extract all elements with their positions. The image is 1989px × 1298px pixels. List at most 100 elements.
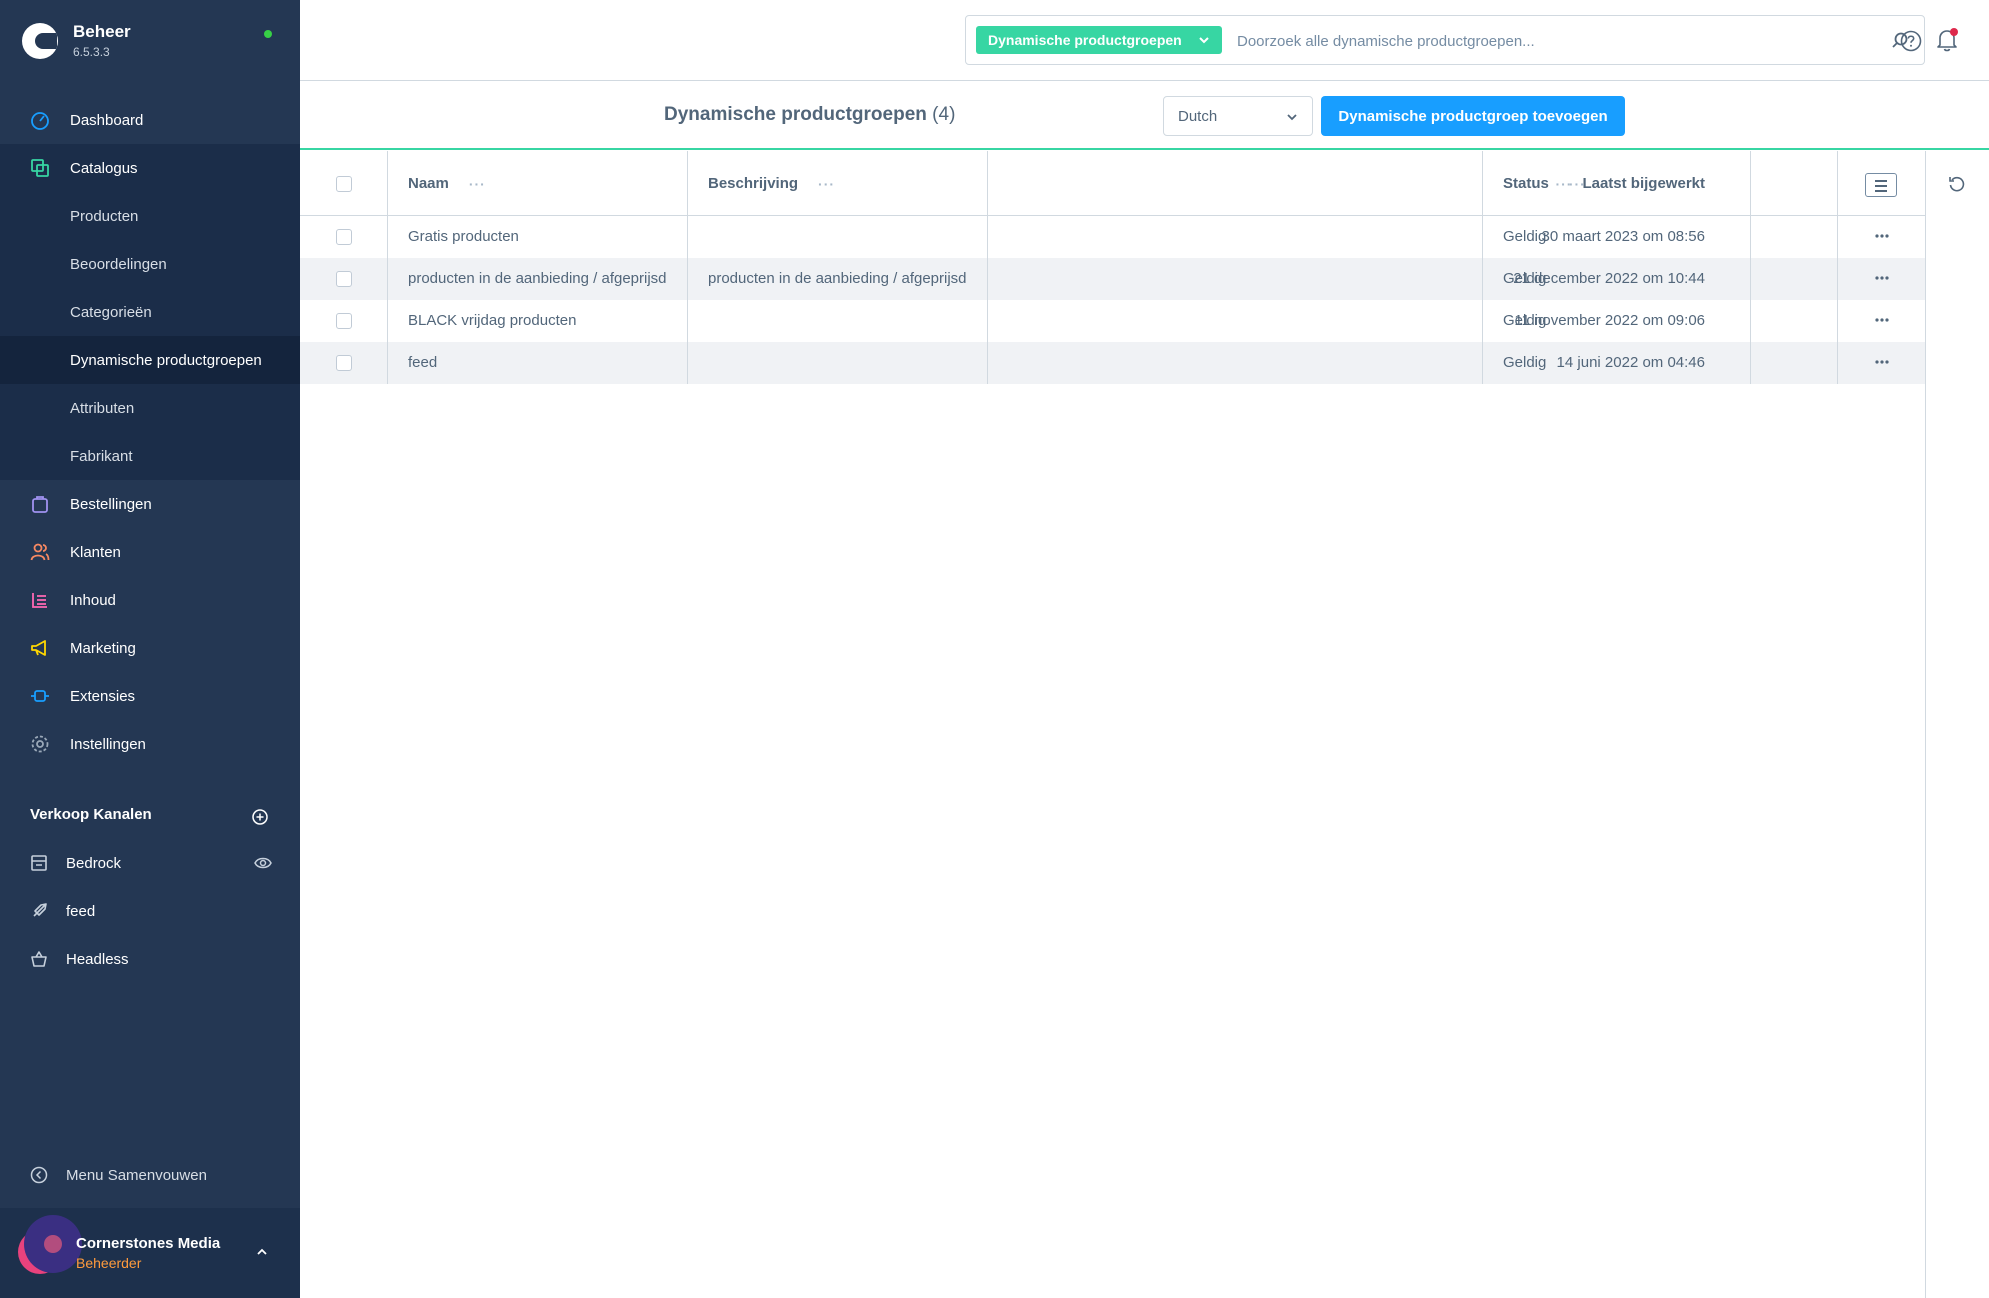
- row-actions-icon[interactable]: [1874, 228, 1890, 244]
- channel-label: feed: [66, 902, 96, 920]
- grid-header: Naam ··· Beschrijving ··· ··· Laatst bij…: [300, 151, 1925, 216]
- brand-title: Beheer: [73, 22, 131, 41]
- cell-status: Geldig: [1503, 228, 1547, 245]
- page-title-text: Dynamische productgroepen: [664, 104, 927, 125]
- grid-settings-button[interactable]: [1865, 173, 1897, 197]
- channel-label: Bedrock: [66, 854, 122, 872]
- cell-status: Geldig: [1503, 312, 1547, 329]
- rocket-icon: [30, 902, 48, 920]
- collapse-menu-button[interactable]: Menu Samenvouwen: [30, 1166, 207, 1184]
- nav-sub-attributen[interactable]: Attributen: [0, 384, 300, 432]
- language-value: Dutch: [1178, 108, 1218, 125]
- search-type-select[interactable]: Dynamische productgroepen: [976, 26, 1222, 54]
- extensies-icon: [30, 686, 50, 706]
- cell-status: Geldig: [1503, 354, 1547, 371]
- nav-item-extensies[interactable]: Extensies: [0, 672, 300, 720]
- column-header-status[interactable]: Status ···: [1503, 175, 1586, 192]
- channel-headless[interactable]: Headless: [30, 949, 129, 969]
- nav-sub-categorieen[interactable]: Categorieën: [0, 288, 300, 336]
- row-actions-icon[interactable]: [1874, 312, 1890, 328]
- search-type-label: Dynamische productgroepen: [988, 32, 1182, 48]
- column-menu-icon[interactable]: ···: [469, 176, 486, 192]
- nav-label-marketing: Marketing: [70, 639, 136, 657]
- eye-icon[interactable]: [254, 856, 272, 870]
- cell-updated: 14 juni 2022 om 04:46: [1556, 354, 1705, 371]
- user-role: Beheerder: [76, 1255, 142, 1271]
- column-divider: [1837, 151, 1838, 384]
- column-menu-icon[interactable]: ···: [1569, 176, 1586, 192]
- table-row[interactable]: producten in de aanbieding / afgeprijsd …: [300, 258, 1925, 300]
- column-divider: [387, 151, 388, 384]
- column-header-name[interactable]: Naam ···: [408, 175, 486, 192]
- nav-label-klanten: Klanten: [70, 543, 121, 561]
- chevron-down-icon: [1198, 37, 1209, 44]
- row-checkbox[interactable]: [336, 355, 352, 371]
- user-name: Cornerstones Media: [76, 1235, 221, 1252]
- avatar-overlay: [24, 1215, 82, 1273]
- collapse-menu-label: Menu Samenvouwen: [66, 1166, 207, 1184]
- page-title-count: (4): [932, 104, 956, 125]
- column-label: Laatst bijgewerkt: [1582, 175, 1705, 192]
- nav-label-extensies: Extensies: [70, 687, 136, 705]
- basket-icon: [30, 950, 48, 968]
- cell-status: Geldig: [1503, 270, 1547, 287]
- column-label: Naam: [408, 175, 449, 192]
- nav-item-instellingen[interactable]: Instellingen: [0, 720, 300, 768]
- nav-sub-producten[interactable]: Producten: [0, 192, 300, 240]
- nav-item-bestellingen[interactable]: Bestellingen: [0, 480, 300, 528]
- notification-badge: [1950, 28, 1958, 36]
- refresh-icon[interactable]: [1948, 175, 1966, 193]
- storefront-icon: [30, 854, 48, 872]
- nav-sub-dynamische-productgroepen[interactable]: Dynamische productgroepen: [0, 336, 300, 384]
- channel-label: Headless: [66, 950, 129, 968]
- nav-label-inhoud: Inhoud: [70, 591, 116, 609]
- topbar: Dynamische productgroepen: [300, 0, 1989, 81]
- column-label: Beschrijving: [708, 175, 799, 192]
- row-checkbox[interactable]: [336, 271, 352, 287]
- sidebar: Beheer 6.5.3.3 Dashboard Catalogus Produ…: [0, 0, 300, 1298]
- klanten-icon: [30, 542, 50, 562]
- nav-item-dashboard[interactable]: Dashboard: [0, 96, 300, 144]
- row-actions-icon[interactable]: [1874, 270, 1890, 286]
- row-actions-icon[interactable]: [1874, 354, 1890, 370]
- cell-name[interactable]: feed: [408, 354, 437, 371]
- column-menu-icon[interactable]: ···: [818, 176, 835, 192]
- chevron-left-circle-icon: [30, 1166, 48, 1184]
- instellingen-icon: [30, 734, 50, 754]
- nav-section-catalogus: Catalogus Producten Beoordelingen Catego…: [0, 144, 300, 480]
- add-channel-icon[interactable]: [252, 809, 268, 825]
- select-all-checkbox[interactable]: [336, 176, 352, 192]
- nav-sub-fabrikant[interactable]: Fabrikant: [0, 432, 300, 480]
- table-row[interactable]: feed 14 juni 2022 om 04:46 Geldig: [300, 342, 1925, 384]
- channel-bedrock[interactable]: Bedrock: [30, 853, 121, 873]
- nav-item-klanten[interactable]: Klanten: [0, 528, 300, 576]
- search-input[interactable]: [1237, 30, 1857, 52]
- table-row[interactable]: Gratis producten 30 maart 2023 om 08:56 …: [300, 216, 1925, 258]
- right-action-bar: [1925, 151, 1989, 1298]
- nav-item-inhoud[interactable]: Inhoud: [0, 576, 300, 624]
- nav-sub-beoordelingen[interactable]: Beoordelingen: [0, 240, 300, 288]
- column-divider: [1482, 151, 1483, 384]
- nav-label-bestellingen: Bestellingen: [70, 495, 152, 513]
- nav-item-marketing[interactable]: Marketing: [0, 624, 300, 672]
- brand-version: 6.5.3.3: [73, 45, 110, 59]
- brand[interactable]: Beheer 6.5.3.3: [22, 22, 131, 59]
- row-checkbox[interactable]: [336, 229, 352, 245]
- nav-item-catalogus[interactable]: Catalogus: [0, 144, 300, 192]
- help-icon[interactable]: [1900, 30, 1922, 52]
- column-header-description[interactable]: Beschrijving ···: [708, 175, 835, 192]
- cell-name[interactable]: BLACK vrijdag producten: [408, 312, 576, 329]
- table-row[interactable]: BLACK vrijdag producten 11 november 2022…: [300, 300, 1925, 342]
- channel-feed[interactable]: feed: [30, 901, 95, 921]
- nav-label-catalogus: Catalogus: [70, 159, 138, 177]
- add-dynamic-product-group-button[interactable]: Dynamische productgroep toevoegen: [1321, 96, 1625, 136]
- bestellingen-icon: [30, 494, 50, 514]
- sales-channels-title: Verkoop Kanalen: [30, 806, 152, 823]
- cell-name[interactable]: producten in de aanbieding / afgeprijsd: [408, 270, 667, 287]
- language-select[interactable]: Dutch: [1163, 96, 1313, 136]
- row-checkbox[interactable]: [336, 313, 352, 329]
- cell-description: producten in de aanbieding / afgeprijsd: [708, 270, 967, 287]
- cell-name[interactable]: Gratis producten: [408, 228, 519, 245]
- chevron-up-icon[interactable]: [256, 1246, 268, 1258]
- nav-label-instellingen: Instellingen: [70, 735, 146, 753]
